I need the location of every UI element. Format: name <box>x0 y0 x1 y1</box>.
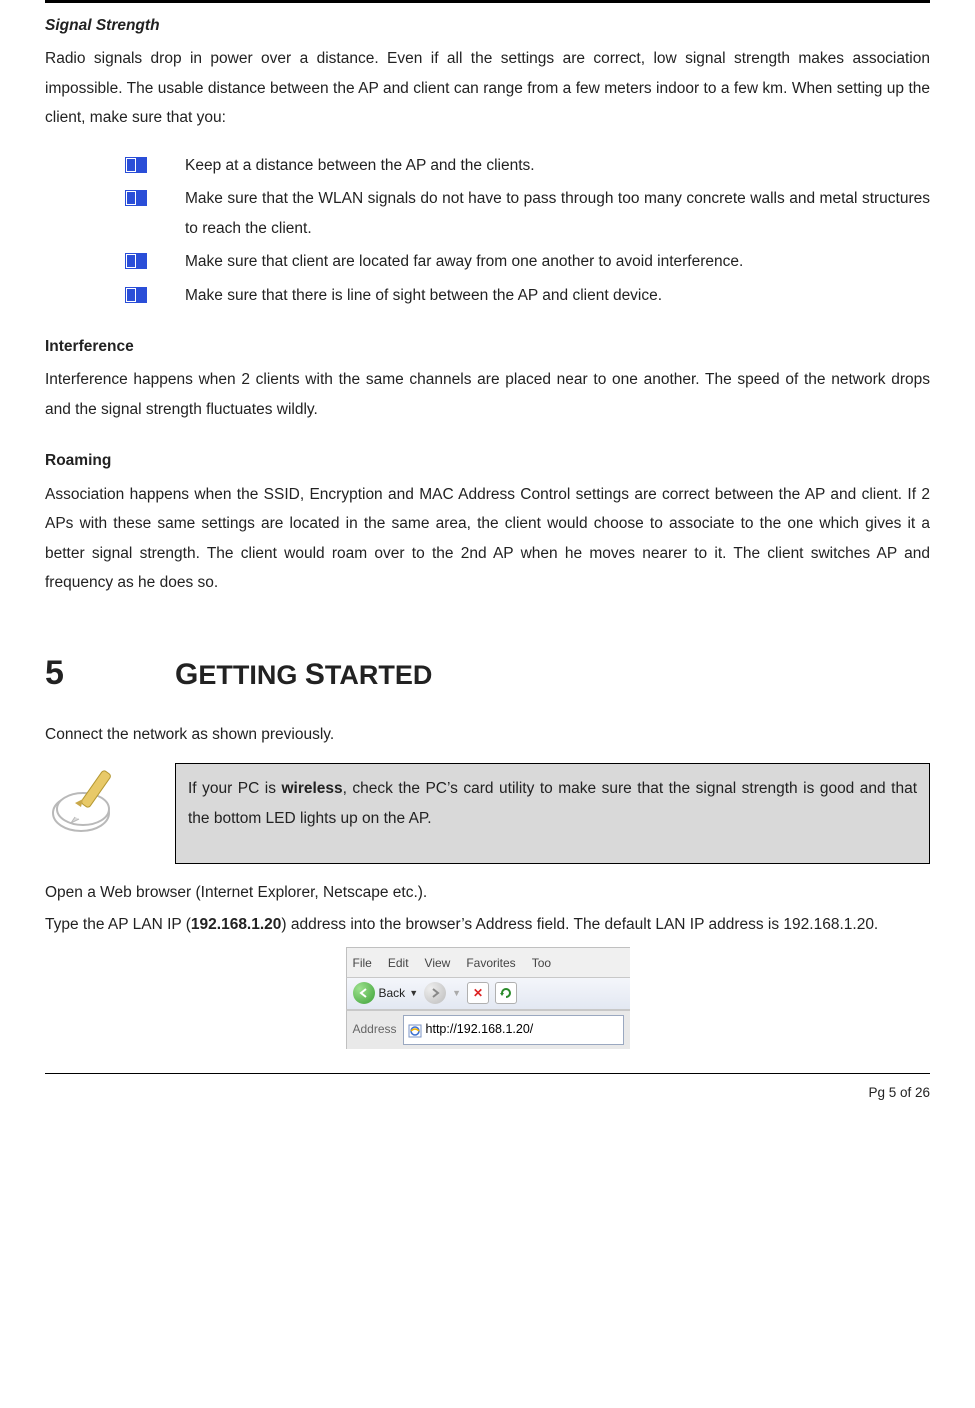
menu-view[interactable]: View <box>425 952 451 975</box>
chapter-title: GETTING STARTED <box>175 646 432 703</box>
bullet-icon <box>125 190 147 206</box>
stop-button[interactable]: ✕ <box>467 982 489 1004</box>
bullet-icon <box>125 157 147 173</box>
address-bar-row: Address http://192.168.1.20/ <box>346 1010 630 1049</box>
ie-page-icon <box>408 1023 422 1037</box>
chevron-down-icon: ▼ <box>452 985 461 1002</box>
back-button[interactable]: Back ▼ <box>353 982 419 1005</box>
chapter-number: 5 <box>45 641 175 706</box>
menu-edit[interactable]: Edit <box>388 952 409 975</box>
open-browser-paragraph: Open a Web browser (Internet Explorer, N… <box>45 878 930 907</box>
heading-roaming: Roaming <box>45 446 930 475</box>
bullet-text: Make sure that client are located far aw… <box>185 253 743 270</box>
menu-tools-cut[interactable]: Too <box>532 952 551 975</box>
url-text: http://192.168.1.20/ <box>426 1018 534 1042</box>
note-box: If your PC is wireless, check the PC’s c… <box>175 763 930 864</box>
back-arrow-icon <box>353 982 375 1004</box>
address-label: Address <box>353 1018 397 1041</box>
page-number: Pg 5 of 26 <box>45 1073 930 1106</box>
browser-toolbar: Back ▼ ▼ ✕ <box>346 977 630 1010</box>
menu-file[interactable]: File <box>353 952 372 975</box>
chapter-heading: 5 GETTING STARTED <box>45 641 930 706</box>
connect-paragraph: Connect the network as shown previously. <box>45 720 930 749</box>
menu-favorites[interactable]: Favorites <box>466 952 515 975</box>
bullet-icon <box>125 287 147 303</box>
list-item: Make sure that the WLAN signals do not h… <box>125 184 930 243</box>
bullet-text: Make sure that there is line of sight be… <box>185 287 662 304</box>
list-item: Make sure that client are located far aw… <box>125 247 930 276</box>
signal-strength-paragraph: Radio signals drop in power over a dista… <box>45 44 930 132</box>
chevron-down-icon: ▼ <box>409 985 418 1002</box>
bullet-icon <box>125 253 147 269</box>
list-item: Keep at a distance between the AP and th… <box>125 151 930 180</box>
heading-signal-strength: Signal Strength <box>45 11 930 40</box>
bullet-text: Keep at a distance between the AP and th… <box>185 157 535 174</box>
browser-menubar: File Edit View Favorites Too <box>346 947 630 977</box>
browser-screenshot: File Edit View Favorites Too Back ▼ ▼ ✕ <box>346 947 630 1048</box>
list-item: Make sure that there is line of sight be… <box>125 281 930 310</box>
signal-strength-bullets: Keep at a distance between the AP and th… <box>45 151 930 310</box>
bullet-text: Make sure that the WLAN signals do not h… <box>185 190 930 236</box>
note-pencil-icon <box>45 763 175 864</box>
forward-button[interactable] <box>424 982 446 1004</box>
address-input[interactable]: http://192.168.1.20/ <box>403 1015 624 1045</box>
refresh-button[interactable] <box>495 982 517 1004</box>
roaming-paragraph: Association happens when the SSID, Encry… <box>45 480 930 598</box>
heading-interference: Interference <box>45 332 930 361</box>
interference-paragraph: Interference happens when 2 clients with… <box>45 365 930 424</box>
type-ip-paragraph: Type the AP LAN IP (192.168.1.20) addres… <box>45 910 930 939</box>
